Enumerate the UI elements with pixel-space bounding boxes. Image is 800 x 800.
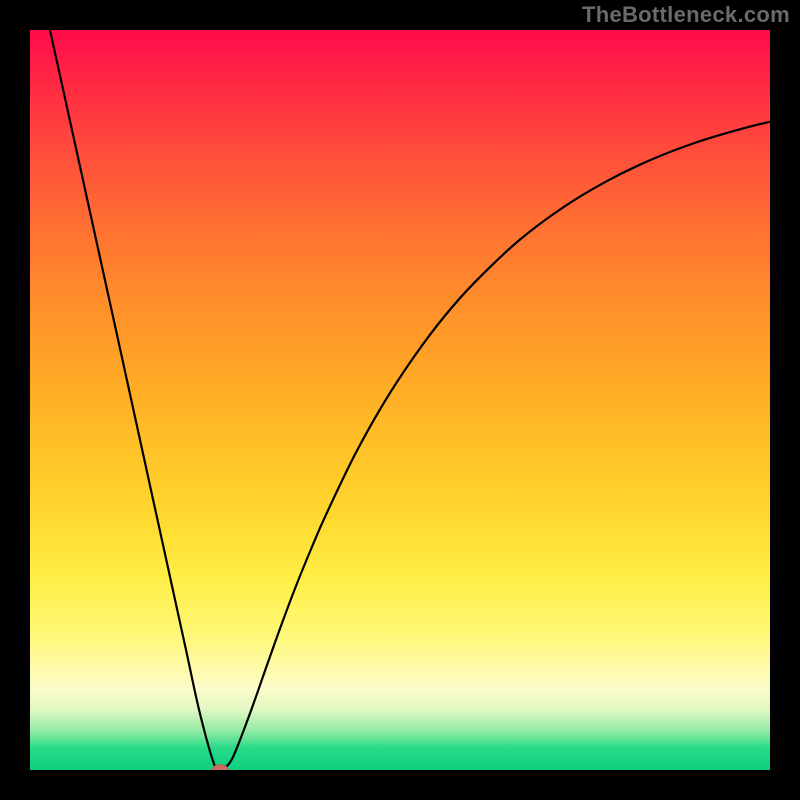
chart-frame: TheBottleneck.com: [0, 0, 800, 800]
curve-svg: [30, 30, 770, 770]
watermark-text: TheBottleneck.com: [582, 2, 790, 28]
plot-area: [30, 30, 770, 770]
bottleneck-curve: [50, 30, 770, 770]
